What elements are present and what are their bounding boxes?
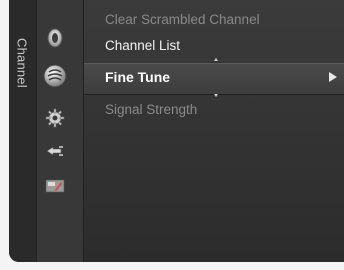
menu-item-channel-list[interactable]: Channel List: [105, 38, 180, 53]
application-icon[interactable]: [44, 175, 66, 197]
column-divider: [83, 0, 84, 262]
channel-icon[interactable]: [42, 63, 68, 89]
menu-item-fine-tune[interactable]: Fine Tune: [105, 69, 170, 85]
scroll-down-indicator: [214, 94, 218, 97]
input-icon[interactable]: [44, 140, 66, 162]
menu-item-clear-scrambled-channel[interactable]: Clear Scrambled Channel: [105, 12, 260, 27]
tv-osd-screen: Channel Clear Scrambled Channel Channel …: [0, 0, 344, 270]
picture-icon[interactable]: [44, 27, 66, 49]
submenu-arrow-icon: [329, 72, 337, 82]
scroll-up-indicator: [214, 58, 218, 61]
setup-icon[interactable]: [44, 107, 66, 129]
category-tab-label: Channel: [14, 38, 30, 88]
category-tab: Channel: [9, 0, 37, 262]
menu-item-signal-strength[interactable]: Signal Strength: [105, 102, 197, 117]
